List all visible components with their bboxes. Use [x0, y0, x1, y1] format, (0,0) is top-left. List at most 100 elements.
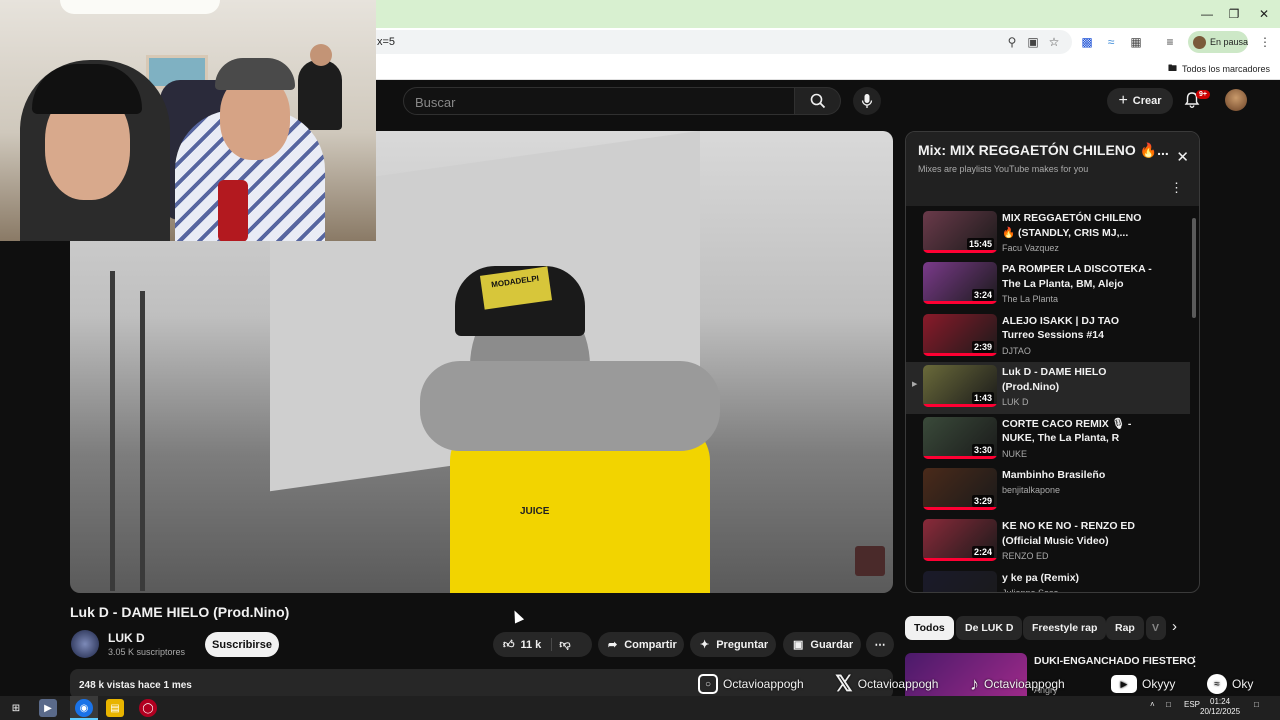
minimize-icon[interactable]: — — [1192, 4, 1222, 24]
now-playing-icon: ▶ — [912, 381, 918, 389]
chip-freestyle-rap[interactable]: Freestyle rap — [1023, 616, 1107, 640]
playlist-item-thumbnail[interactable]: 2:24 — [923, 519, 997, 562]
all-bookmarks-label: Todos los marcadores — [1181, 64, 1270, 74]
search-icon — [810, 93, 825, 109]
playlist-item-thumbnail[interactable]: 15:45 — [923, 211, 997, 253]
share-button[interactable]: ➦ Compartir — [598, 632, 684, 657]
app-icon[interactable]: ◯ — [139, 699, 157, 717]
bookmark-star-icon[interactable]: ☆ — [1045, 33, 1063, 51]
social-tiktok: ♪ Octavioappogh — [970, 673, 1065, 695]
clock-date: 20/12/2025 — [1200, 707, 1241, 716]
playlist-item[interactable]: 3:30 CORTE CACO REMIX 🎙 - NUKE, The La Pl… — [906, 414, 1190, 465]
create-button[interactable]: + Crear — [1107, 88, 1173, 114]
playlist-item-thumbnail[interactable]: 3:30 — [923, 416, 997, 459]
playlist-item-progress — [923, 558, 997, 562]
social-handle: Okyyy — [1142, 677, 1176, 691]
playlist-item-title: CORTE CACO REMIX 🎙 - NUKE, The La Planta… — [1002, 417, 1132, 445]
taskbar-clock[interactable]: 01:24 20/12/2025 — [1200, 697, 1240, 717]
thumbs-up-icon: 👍︎ — [503, 639, 515, 651]
playlist-item-text: KE NO KE NO - RENZO ED (Official Music V… — [1002, 519, 1152, 561]
windows-start-icon[interactable]: ⊞ — [7, 699, 25, 717]
playlist-item-progress — [923, 506, 997, 510]
views-and-date: 248 k vistas hace 1 mes — [79, 680, 192, 691]
dislike-button[interactable]: 👎︎ — [559, 638, 570, 651]
subscribe-button[interactable]: Suscribirse — [205, 632, 279, 657]
social-x: 𝕏 Octavioappogh — [835, 671, 938, 696]
recommendation-title[interactable]: DUKI-ENGANCHADO FIESTERO — [1034, 655, 1195, 667]
chip-rap[interactable]: Rap — [1106, 616, 1144, 640]
install-app-icon[interactable]: ▣ — [1024, 33, 1042, 51]
browser-menu-icon[interactable]: ⋮ — [1256, 33, 1274, 51]
tray-chevron-icon[interactable]: ˄ — [1150, 700, 1155, 709]
playlist-item-title: PA ROMPER LA DISCOTEKA - The La Planta, … — [1002, 263, 1152, 290]
search-input[interactable]: Buscar — [403, 87, 795, 115]
close-icon[interactable]: ✕ — [1249, 4, 1279, 24]
network-icon[interactable]: □ — [1166, 700, 1171, 709]
playlist-item-duration: 1:43 — [971, 392, 994, 405]
person-background-face — [310, 44, 332, 66]
chip-partial[interactable]: V — [1146, 616, 1166, 640]
person-right-cap — [215, 58, 295, 90]
close-icon[interactable]: ✕ — [1176, 148, 1189, 166]
more-vertical-icon[interactable]: ⋮ — [1188, 654, 1201, 670]
playlist-item-channel: NUKE — [1002, 448, 1028, 459]
playlist-item-progress — [923, 404, 997, 408]
extension-icon[interactable]: ▩ — [1078, 33, 1096, 51]
notification-center-icon[interactable]: □ — [1254, 700, 1259, 709]
all-bookmarks-button[interactable]: 🖿 Todos los marcadores — [1168, 61, 1270, 77]
extensions-puzzle-icon[interactable]: ▦ — [1127, 33, 1145, 51]
playlist-item[interactable]: 3:29 Mambinho Brasileño benjitalkapone — [906, 465, 1190, 516]
tiktok-icon: ♪ — [970, 673, 979, 694]
playlist-item-thumbnail[interactable]: 3:29 — [923, 467, 997, 510]
ask-button[interactable]: ✦ Preguntar — [690, 632, 776, 657]
chip-de-luk-d[interactable]: De LUK D — [956, 616, 1023, 640]
playlist-title[interactable]: Mix: MIX REGGAETÓN CHILENO 🔥... — [918, 142, 1169, 159]
playlist-item[interactable]: 2:39 ALEJO ISAKK | DJ TAO Turreo Sessions… — [906, 311, 1190, 362]
playlist-item-thumbnail[interactable]: 3:24 — [923, 262, 997, 305]
media-control-icon[interactable]: ≡ — [1161, 33, 1179, 51]
search-placeholder: Buscar — [415, 95, 456, 110]
instagram-icon: ○ — [698, 674, 718, 694]
zoom-icon[interactable]: ⚲ — [1003, 33, 1021, 51]
playlist-item[interactable]: 15:45 MIX REGGAETÓN CHILENO 🔥 (STANDLY, C… — [906, 208, 1190, 259]
sparkle-icon: ✦ — [700, 639, 710, 651]
playlist-item[interactable]: 2:24 KE NO KE NO - RENZO ED (Official Mus… — [906, 516, 1190, 567]
channel-name[interactable]: LUK D — [108, 631, 145, 645]
playlist-item[interactable]: 3:24 PA ROMPER LA DISCOTEKA - The La Plan… — [906, 259, 1190, 310]
voice-search-button[interactable] — [853, 87, 881, 115]
channel-watermark[interactable] — [855, 546, 885, 576]
save-button[interactable]: ▣ Guardar — [783, 632, 861, 657]
extension-wave-icon[interactable]: ≈ — [1102, 33, 1120, 51]
chrome-icon[interactable]: ◉ — [75, 699, 93, 717]
user-avatar[interactable] — [1225, 89, 1247, 111]
like-button[interactable]: 👍︎ 11 k — [503, 638, 553, 651]
playlist-item-thumbnail[interactable]: 1:43 — [923, 365, 997, 408]
like-dislike-group: 👍︎ 11 k 👎︎ — [493, 632, 592, 657]
playlist-item-duration: 3:30 — [971, 443, 994, 456]
channel-avatar[interactable] — [71, 630, 99, 658]
playlist-scrollbar[interactable] — [1192, 218, 1196, 318]
playlist-item-thumbnail[interactable]: 2:39 — [923, 313, 997, 356]
file-explorer-icon[interactable]: ▤ — [106, 699, 124, 717]
restore-icon[interactable]: ❐ — [1219, 4, 1249, 24]
playlist-item-text: y ke pa (Remix) Julianno Sosa — [1002, 571, 1152, 592]
playlist-item[interactable]: y ke pa (Remix) Julianno Sosa — [906, 568, 1190, 592]
address-bar[interactable]: x=5 — [376, 30, 1072, 54]
chip-todos[interactable]: Todos — [905, 616, 954, 640]
social-handle: Octavioappogh — [984, 677, 1065, 691]
playlist-item-thumbnail[interactable] — [923, 570, 997, 592]
playlist-items: 15:45 MIX REGGAETÓN CHILENO 🔥 (STANDLY, C… — [906, 208, 1190, 592]
search-button[interactable] — [795, 87, 841, 115]
playlist-item-channel: Julianno Sosa — [1002, 588, 1152, 592]
playlist-item-title: Mambinho Brasileño — [1002, 468, 1106, 481]
profile-paused-button[interactable]: En pausa — [1188, 31, 1248, 53]
address-text: x=5 — [377, 36, 396, 48]
playlist-item[interactable]: ▶ 1:43 Luk D - DAME HIELO (Prod.Nino) LUK D — [906, 362, 1190, 414]
folder-icon: 🖿 — [1167, 63, 1177, 73]
chevron-right-icon[interactable]: › — [1172, 618, 1177, 635]
playlist-item-progress — [923, 250, 997, 253]
language-indicator[interactable]: ESP — [1184, 700, 1200, 709]
more-vertical-icon[interactable]: ⋮ — [1170, 180, 1183, 196]
media-player-icon[interactable]: ▶ — [39, 699, 57, 717]
more-actions-button[interactable]: ⋯ — [866, 632, 894, 657]
